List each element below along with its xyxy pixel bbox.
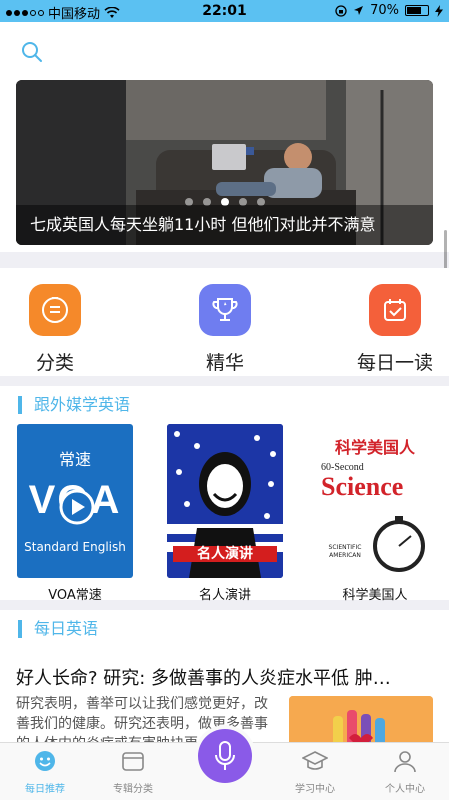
- smile-icon: [35, 751, 55, 771]
- section-title: 跟外媒学英语: [18, 396, 130, 414]
- trophy-icon: [199, 284, 251, 336]
- status-bar: 中国移动 22:01 70%: [0, 0, 449, 22]
- category-fenlei[interactable]: 分类: [0, 284, 125, 375]
- tab-label: 学习中心: [295, 784, 335, 795]
- tab-label: 专辑分类: [113, 784, 153, 795]
- voa-cover-bottom: Standard English: [24, 540, 126, 554]
- sciam-cover: 科学美国人 60-Second Science SCIENTIFIC AMERI…: [317, 424, 433, 578]
- top-header: [0, 22, 449, 78]
- banner-section: 七成英国人每天坐躺11小时 但他们对此并不满意: [0, 78, 449, 252]
- banner-carousel[interactable]: 七成英国人每天坐躺11小时 但他们对此并不满意: [16, 80, 433, 245]
- album-name: 名人演讲: [198, 588, 251, 603]
- album-card-sciam[interactable]: 科学美国人 60-Second Science SCIENTIFIC AMERI…: [316, 424, 434, 603]
- list-icon: [29, 284, 81, 336]
- user-icon: [394, 751, 416, 773]
- tab-label: 个人中心: [385, 784, 425, 795]
- location-icon: [354, 6, 364, 15]
- voice-button[interactable]: [198, 729, 252, 783]
- category-meiriyidu[interactable]: 每日一读: [325, 284, 449, 375]
- media-english-section: 跟外媒学英语 常速 VOA Standard English VOA常速: [0, 386, 449, 603]
- category-jinghua[interactable]: 精华: [155, 284, 295, 375]
- album-card-voa[interactable]: 常速 VOA Standard English VOA常速: [16, 424, 134, 603]
- tab-study-center[interactable]: 学习中心: [275, 749, 355, 795]
- rotation-lock-icon: [335, 4, 347, 17]
- tab-daily-recommend[interactable]: 每日推荐: [5, 749, 85, 795]
- charging-icon: [435, 4, 443, 17]
- app-screen: 中国移动 22:01 70% 七成英国人每天坐躺11小时 但他们对此并不满意 分…: [0, 0, 449, 800]
- speech-cover: 名人演讲: [167, 424, 283, 578]
- category-label: 每日一读: [356, 352, 433, 374]
- speech-cover-banner: 名人演讲: [197, 546, 253, 562]
- article-title[interactable]: 好人长命? 研究: 多做善事的人炎症水平低 肿…: [16, 664, 436, 690]
- bottom-tab-bar: 每日推荐 专辑分类 学习中心 个人中心: [0, 729, 449, 800]
- stopwatch-icon: [373, 516, 425, 572]
- battery-icon: [405, 5, 429, 16]
- tab-label: 每日推荐: [25, 784, 65, 795]
- graduation-cap-icon: [301, 751, 329, 770]
- album-name: 科学美国人: [342, 588, 408, 603]
- search-icon[interactable]: [20, 40, 44, 64]
- tab-profile[interactable]: 个人中心: [365, 749, 445, 795]
- section-title: 每日英语: [18, 620, 98, 638]
- battery-percent: 70%: [370, 3, 399, 18]
- tab-album-category[interactable]: 专辑分类: [93, 749, 173, 795]
- microphone-icon: [215, 741, 235, 770]
- calendar-check-icon: [369, 284, 421, 336]
- album-name: VOA常速: [48, 588, 102, 603]
- category-label: 分类: [35, 352, 74, 374]
- status-right: 70%: [335, 3, 443, 18]
- voa-cover: 常速 VOA Standard English: [17, 424, 133, 578]
- category-label: 精华: [205, 352, 244, 374]
- category-shortcuts: 分类 精华 每日一读: [0, 268, 449, 376]
- wallet-icon: [122, 752, 144, 771]
- album-card-speech[interactable]: 名人演讲 名人演讲: [166, 424, 284, 603]
- banner-caption: 七成英国人每天坐躺11小时 但他们对此并不满意: [16, 205, 433, 245]
- play-icon: [59, 489, 95, 525]
